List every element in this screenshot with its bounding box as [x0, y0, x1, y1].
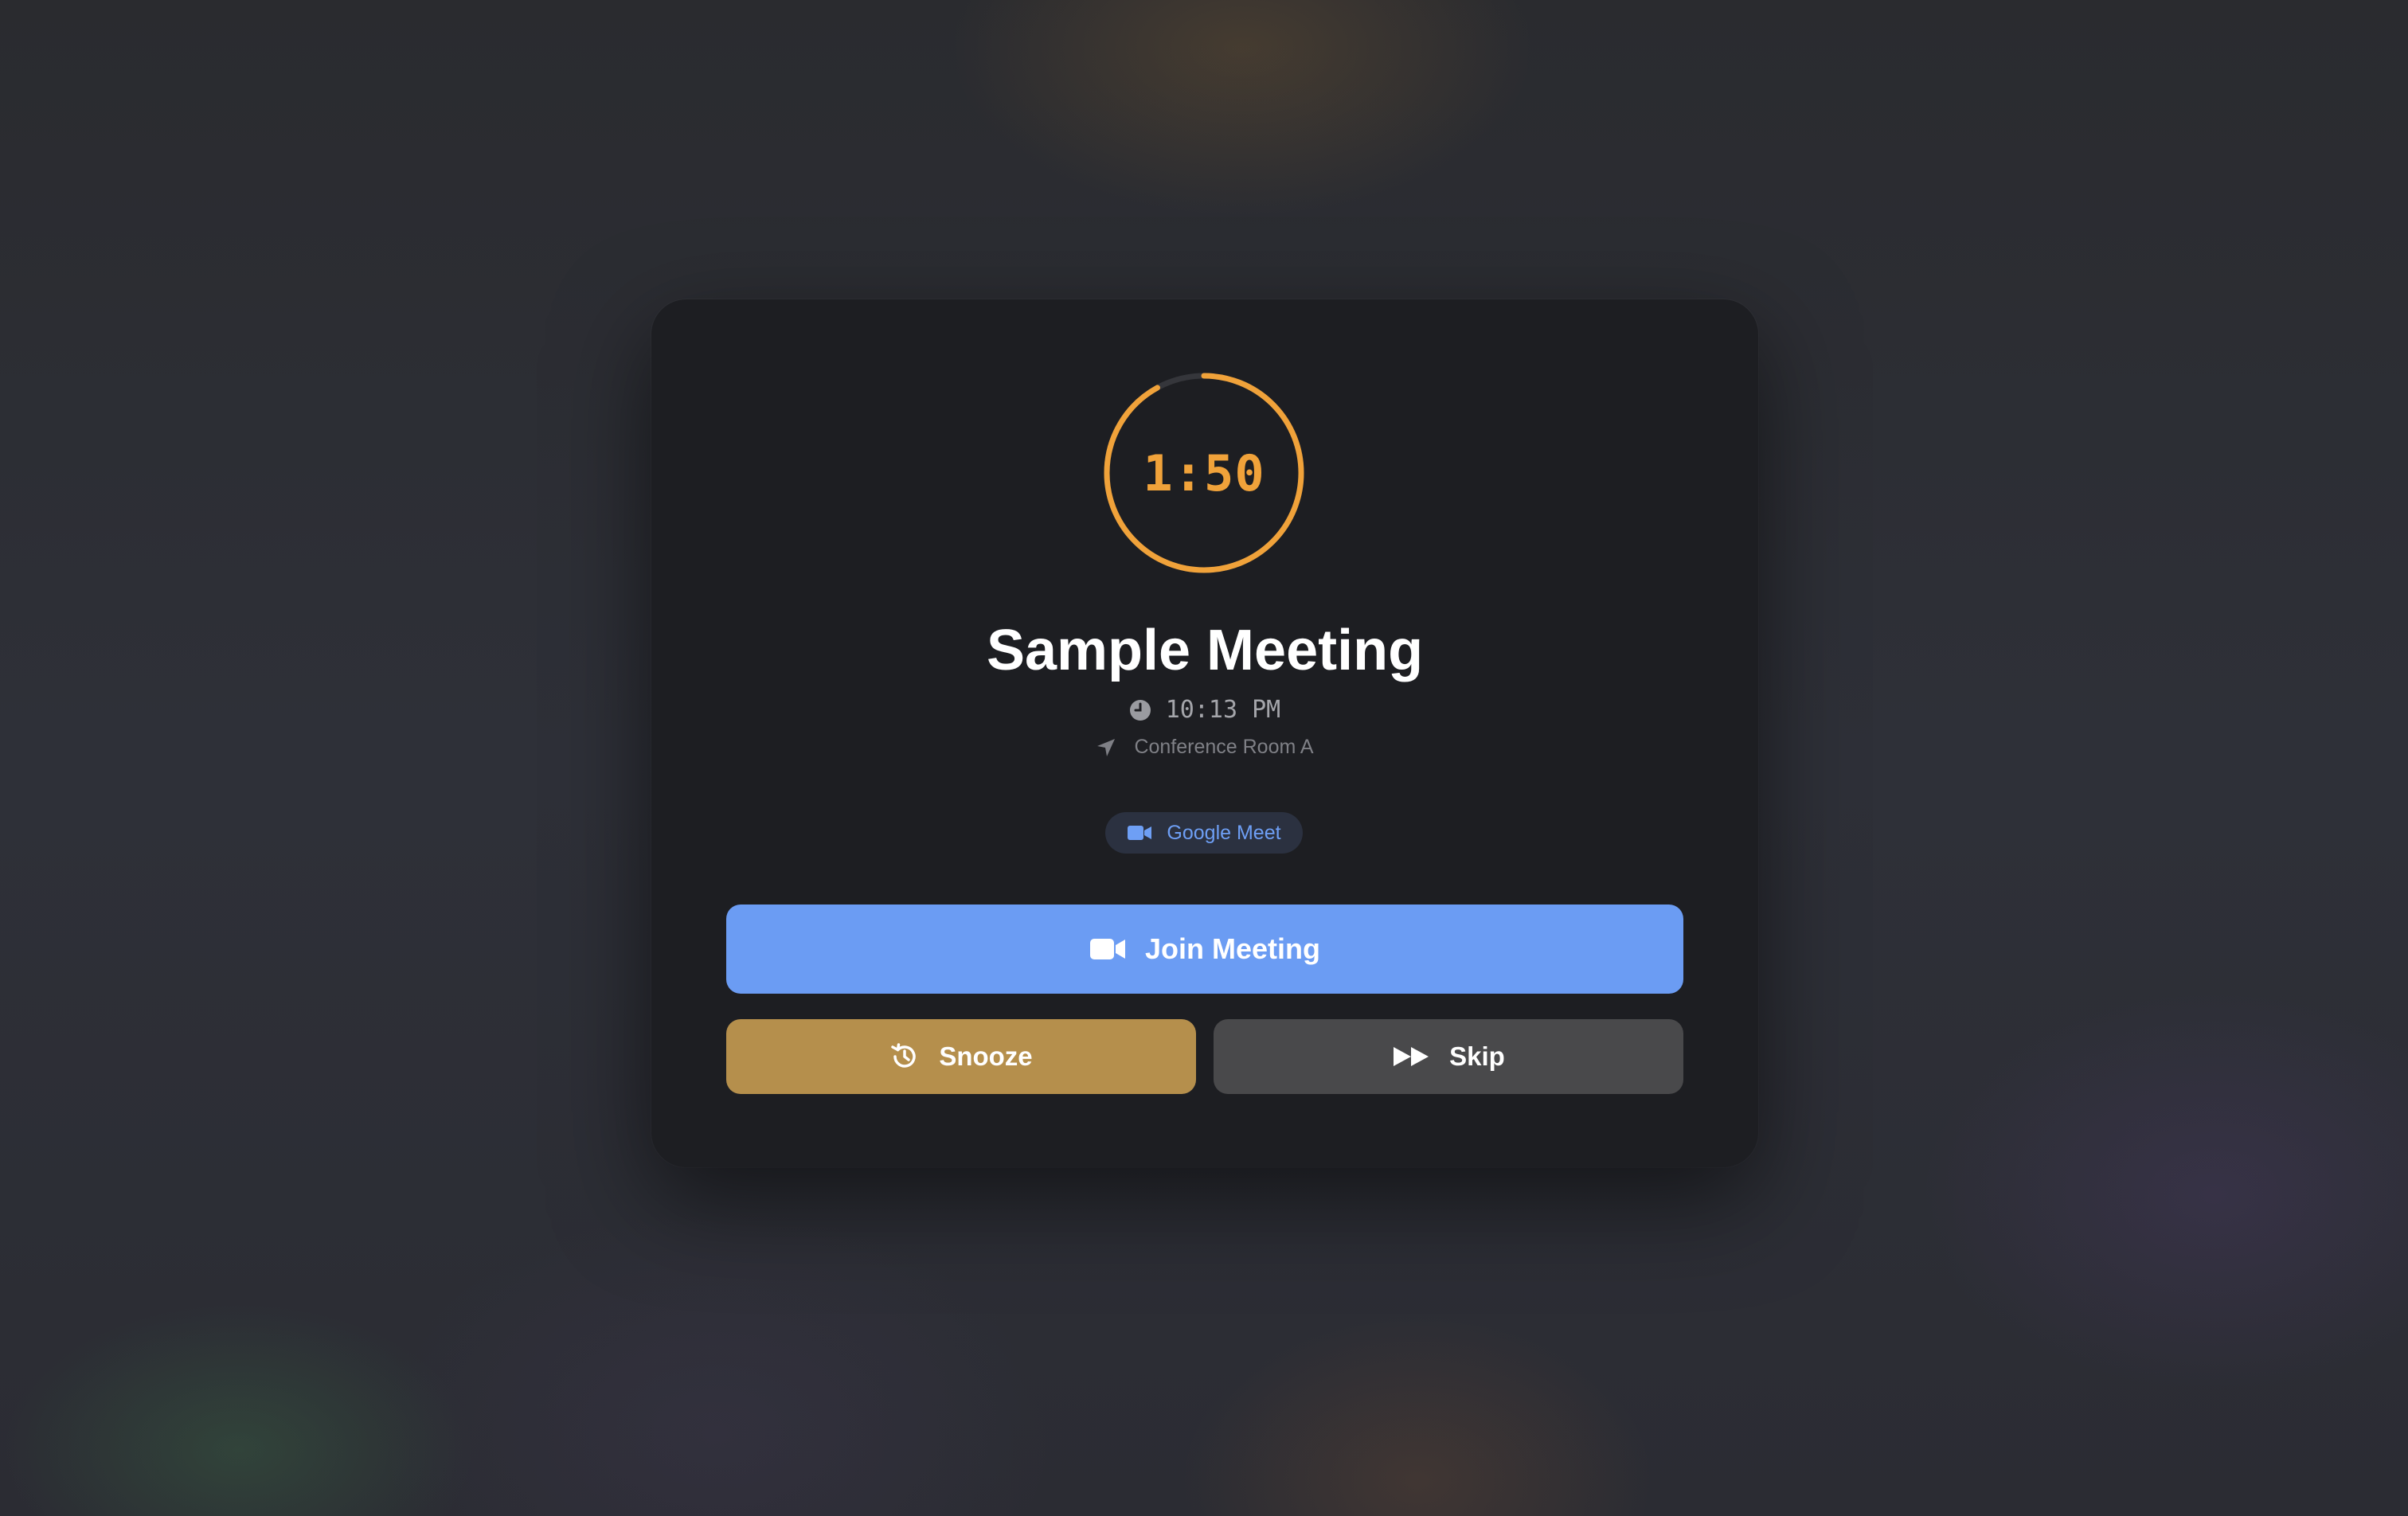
history-icon [889, 1041, 920, 1072]
meeting-title: Sample Meeting [986, 619, 1424, 682]
location-arrow-icon [1096, 737, 1116, 758]
platform-badge: Google Meet [1105, 812, 1303, 854]
countdown-timer: 1:50 [1102, 371, 1306, 575]
meeting-reminder-card: 1:50 Sample Meeting 10:13 PM Conference … [651, 299, 1758, 1167]
meeting-location: Conference Room A [1134, 736, 1314, 758]
clock-icon [1129, 699, 1151, 721]
meeting-location-row: Conference Room A [651, 736, 1758, 759]
join-meeting-button[interactable]: Join Meeting [726, 905, 1683, 994]
join-meeting-label: Join Meeting [1144, 932, 1320, 965]
skip-label: Skip [1449, 1041, 1505, 1071]
meeting-time-row: 10:13 PM [651, 696, 1758, 724]
snooze-label: Snooze [939, 1041, 1033, 1071]
platform-name: Google Meet [1167, 821, 1281, 844]
fast-forward-icon [1392, 1045, 1430, 1069]
video-camera-icon [1127, 824, 1152, 842]
meeting-time: 10:13 PM [1165, 696, 1281, 724]
video-camera-icon [1089, 937, 1126, 961]
snooze-button[interactable]: Snooze [726, 1019, 1196, 1094]
skip-button[interactable]: Skip [1214, 1019, 1683, 1094]
countdown-text: 1:50 [1143, 443, 1265, 502]
